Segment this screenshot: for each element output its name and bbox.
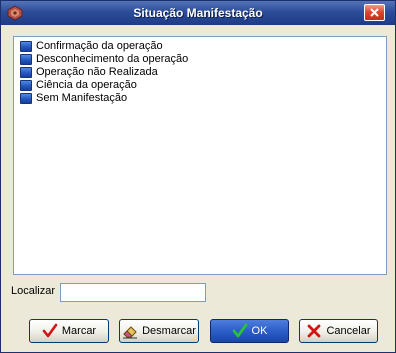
ok-label: OK (251, 325, 268, 337)
checkbox[interactable] (20, 67, 32, 78)
list-item-label: Operação não Realizada (36, 66, 158, 78)
close-icon (370, 8, 379, 17)
search-label: Localizar (11, 285, 56, 297)
ok-button[interactable]: OK (210, 319, 289, 343)
list-item[interactable]: Sem Manifestação (14, 92, 386, 105)
green-check-icon (232, 323, 247, 338)
list-item[interactable]: Desconhecimento da operação (14, 53, 386, 66)
red-x-icon (308, 324, 321, 338)
checkbox[interactable] (20, 41, 32, 52)
cancel-button[interactable]: Cancelar (299, 319, 378, 343)
check-all-button[interactable]: Marcar (29, 319, 109, 343)
status-checklist[interactable]: Confirmação da operação Desconhecimento … (13, 36, 387, 275)
manifest-status-dialog: Situação Manifestação Confirmação da ope… (0, 0, 396, 353)
uncheck-all-button[interactable]: Desmarcar (119, 319, 199, 343)
eraser-icon (123, 326, 138, 339)
window-title: Situação Manifestação (133, 6, 263, 20)
red-check-icon (42, 323, 58, 338)
uncheck-all-label: Desmarcar (142, 325, 196, 337)
list-item[interactable]: Confirmação da operação (14, 40, 386, 53)
list-item[interactable]: Ciência da operação (14, 79, 386, 92)
list-item-label: Sem Manifestação (36, 92, 128, 104)
list-item-label: Ciência da operação (36, 79, 137, 91)
check-all-label: Marcar (61, 325, 97, 337)
checkbox[interactable] (20, 54, 32, 65)
checkbox[interactable] (20, 93, 32, 104)
close-button[interactable] (364, 4, 385, 21)
title-bar[interactable]: Situação Manifestação (1, 1, 395, 25)
cancel-label: Cancelar (326, 325, 371, 337)
checkbox[interactable] (20, 80, 32, 91)
list-item-label: Confirmação da operação (36, 40, 163, 52)
list-item[interactable]: Operação não Realizada (14, 66, 386, 79)
search-input[interactable] (60, 283, 206, 302)
list-item-label: Desconhecimento da operação (36, 53, 189, 65)
